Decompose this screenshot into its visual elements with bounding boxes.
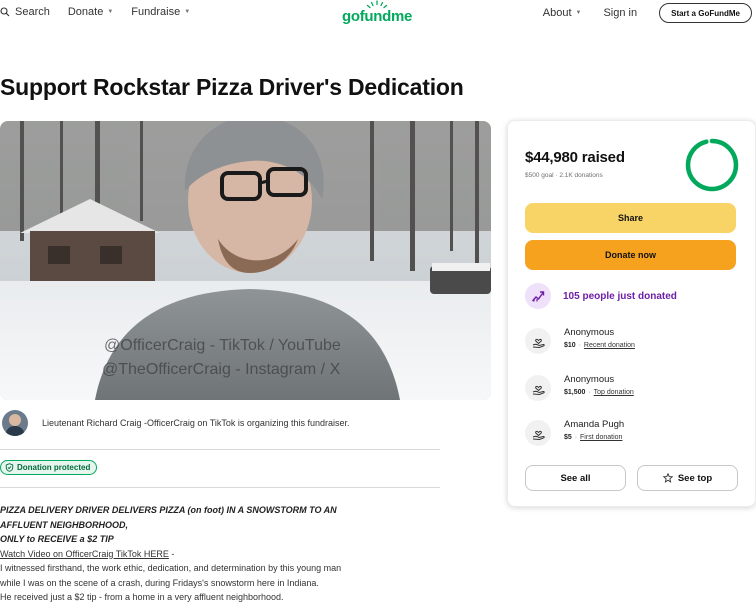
trending-icon — [525, 283, 551, 309]
donate-menu-label: Donate — [67, 6, 104, 18]
logo-text: gofundme — [342, 8, 413, 25]
organizer-text: Lieutenant Richard Craig -OfficerCraig o… — [42, 418, 350, 428]
donor-name: Anonymous — [564, 374, 615, 385]
avatar-photo — [2, 410, 28, 436]
fundraiser-story: PIZZA DELIVERY DRIVER DELIVERS PIZZA (on… — [0, 503, 500, 605]
sign-in-link[interactable]: Sign in — [603, 7, 637, 19]
donations-count: 2.1K donations — [559, 172, 603, 179]
donor-name: Anonymous — [564, 327, 615, 338]
donation-item: Anonymous $10 · Recent donation — [525, 326, 635, 354]
about-menu-label: About — [542, 7, 572, 19]
start-gofundme-button[interactable]: Start a GoFundMe — [659, 3, 752, 23]
top-navigation: Search Donate ▼ Fundraise ▼ gofundme Abo… — [0, 0, 756, 28]
organizer-avatar[interactable] — [2, 410, 28, 436]
recent-donations-text: 105 people just donated — [563, 290, 677, 302]
share-button[interactable]: Share — [525, 203, 736, 233]
donation-amount: $10 — [564, 342, 576, 349]
hand-heart-icon — [525, 420, 551, 446]
story-headline-3: ONLY to RECEIVE a $2 TIP — [0, 534, 114, 544]
see-all-button[interactable]: See all — [525, 465, 626, 491]
start-gofundme-label: Start a GoFundMe — [671, 8, 740, 18]
story-paragraph-3: He received just a $2 tip - from a home … — [0, 592, 284, 602]
chevron-down-icon: ▼ — [184, 9, 191, 15]
search-button[interactable]: Search — [0, 6, 50, 18]
search-icon — [0, 7, 10, 17]
share-label: Share — [617, 213, 643, 223]
nav-left: Search Donate ▼ Fundraise ▼ — [0, 6, 208, 18]
video-line: Watch Video on OfficerCraig TikTok HERE … — [0, 547, 500, 562]
hand-heart-icon — [525, 375, 551, 401]
story-headline-1: PIZZA DELIVERY DRIVER DELIVERS PIZZA (on… — [0, 505, 337, 515]
story-headline-2: AFFLUENT NEIGHBORHOOD, — [0, 519, 128, 530]
meta-separator: · — [572, 434, 580, 441]
fundraise-menu-label: Fundraise — [131, 6, 181, 18]
recent-donations-banner: 105 people just donated — [525, 283, 677, 309]
donation-meta: $10 · Recent donation — [564, 342, 635, 349]
fundraise-menu[interactable]: Fundraise ▼ — [131, 6, 190, 18]
progress-ring-fill — [685, 138, 739, 192]
donation-details: Anonymous $1,500 · Top donation — [564, 373, 634, 396]
donation-details: Amanda Pugh $5 · First donation — [564, 418, 624, 441]
donation-details: Anonymous $10 · Recent donation — [564, 326, 635, 349]
first-donation-link[interactable]: First donation — [580, 434, 622, 441]
nav-right: About ▼ Sign in Start a GoFundMe — [543, 3, 756, 23]
donate-now-label: Donate now — [605, 250, 656, 260]
search-label: Search — [15, 6, 50, 18]
see-all-label: See all — [560, 472, 591, 484]
top-donation-link[interactable]: Top donation — [594, 389, 634, 396]
chevron-down-icon: ▼ — [575, 10, 582, 16]
video-line-suffix: - — [168, 548, 175, 559]
amount-raised: $44,980 raised — [525, 149, 625, 166]
donation-meta: $5 · First donation — [564, 434, 624, 441]
see-top-label: See top — [677, 472, 713, 484]
meta-separator: · — [576, 342, 583, 349]
divider — [0, 449, 440, 450]
sign-in-label: Sign in — [603, 7, 638, 19]
donation-card: $44,980 raised $500 goal · 2.1K donation… — [507, 120, 756, 507]
hero-overlay-text-1: @OfficerCraig - TikTok / YouTube — [104, 337, 341, 354]
donation-meta: $1,500 · Top donation — [564, 389, 634, 396]
chevron-down-icon: ▼ — [107, 9, 114, 15]
donation-protected-label: Donation protected — [17, 463, 91, 472]
donation-item: Amanda Pugh $5 · First donation — [525, 418, 624, 446]
organizer-row: Lieutenant Richard Craig -OfficerCraig o… — [0, 410, 440, 436]
donor-name: Amanda Pugh — [564, 419, 625, 430]
donation-amount: $5 — [564, 434, 572, 441]
recent-donation-link[interactable]: Recent donation — [584, 342, 635, 349]
donation-item: Anonymous $1,500 · Top donation — [525, 373, 634, 401]
story-paragraph-1: I witnessed firsthand, the work ethic, d… — [0, 563, 342, 573]
video-link[interactable]: Watch Video on OfficerCraig TikTok HERE — [0, 549, 169, 559]
progress-ring — [685, 138, 739, 192]
story-paragraph-2: while I was on the scene of a crash, dur… — [0, 577, 319, 588]
page-title: Support Rockstar Pizza Driver's Dedicati… — [0, 74, 464, 100]
goal-text: $500 goal — [525, 172, 554, 179]
hero-image[interactable] — [0, 121, 491, 400]
star-icon — [662, 473, 673, 483]
shield-check-icon — [5, 463, 14, 472]
meta-separator: · — [586, 389, 593, 396]
hero-overlay-text-2: @TheOfficerCraig - Instagram / X — [102, 361, 341, 378]
donate-now-button[interactable]: Donate now — [525, 240, 736, 270]
hero-photo — [0, 121, 491, 400]
gofundme-logo[interactable]: gofundme — [342, 0, 412, 26]
goal-and-donations: $500 goal · 2.1K donations — [525, 172, 603, 179]
donate-menu[interactable]: Donate ▼ — [68, 6, 113, 18]
donation-amount: $1,500 — [564, 389, 586, 396]
hand-heart-icon — [525, 328, 551, 354]
divider — [0, 487, 440, 488]
see-top-button[interactable]: See top — [637, 465, 738, 491]
about-menu[interactable]: About ▼ — [543, 7, 582, 19]
donation-protected-badge[interactable]: Donation protected — [0, 460, 98, 475]
